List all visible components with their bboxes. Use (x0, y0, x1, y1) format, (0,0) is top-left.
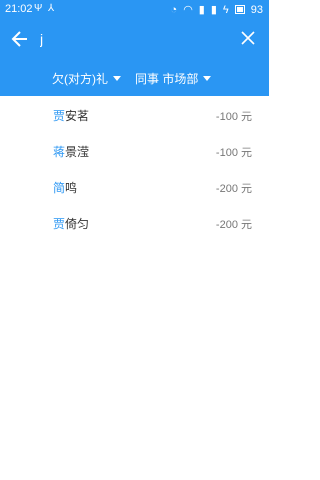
share-icon: ⅄ (48, 3, 55, 14)
name-rest: 安茗 (65, 109, 90, 123)
caret-down-icon (203, 76, 212, 81)
app-header: 21:02 Ψ ⅄ ◔ ◠ ▮ ▮ ϟ 93 欠(对方)礼 同事 市场部 (0, 0, 269, 96)
contact-name: 简鸣 (53, 179, 77, 196)
filter-label: 同事 市场部 (135, 72, 199, 86)
list-item[interactable]: 贾安茗 -100 元 (0, 96, 269, 132)
battery-icon (234, 5, 245, 14)
list-item[interactable]: 蒋景滢 -100 元 (0, 132, 269, 168)
name-rest: 鸣 (65, 181, 78, 195)
search-bar (0, 24, 269, 56)
search-input[interactable] (40, 27, 230, 51)
battery-level: 93 (250, 3, 263, 16)
name-rest: 景滢 (65, 145, 90, 159)
list-item[interactable]: 简鸣 -200 元 (0, 168, 269, 204)
contact-name: 贾安茗 (53, 107, 89, 124)
amount: -200 元 (215, 219, 252, 231)
back-arrow-icon[interactable] (11, 29, 29, 49)
name-initial: 简 (53, 181, 66, 195)
status-bar: 21:02 Ψ ⅄ ◔ ◠ ▮ ▮ ϟ 93 (0, 0, 269, 20)
name-initial: 贾 (53, 109, 66, 123)
caret-down-icon (113, 76, 121, 81)
status-icons: ◔ ◠ ▮ ▮ ϟ 93 (170, 3, 263, 17)
clear-icon[interactable] (241, 31, 255, 45)
alarm-icon: ◔ (170, 3, 178, 16)
amount: -100 元 (215, 147, 252, 159)
status-time: 21:02 (5, 3, 33, 15)
filter-relation-dropdown[interactable]: 欠(对方)礼 (52, 70, 121, 87)
name-initial: 贾 (53, 217, 66, 231)
usb-icon: Ψ (34, 3, 43, 14)
result-list: 贾安茗 -100 元 蒋景滢 -100 元 简鸣 -200 元 贾倚匀 -200… (0, 96, 269, 240)
filter-group-dropdown[interactable]: 同事 市场部 (135, 70, 212, 87)
amount: -100 元 (215, 111, 252, 123)
name-initial: 蒋 (53, 145, 66, 159)
signal-icon: ▮ (210, 4, 217, 16)
filter-bar: 欠(对方)礼 同事 市场部 (0, 64, 269, 92)
contact-name: 贾倚匀 (53, 215, 89, 232)
name-rest: 倚匀 (65, 217, 90, 231)
contact-name: 蒋景滢 (53, 143, 89, 160)
amount: -200 元 (215, 183, 252, 195)
filter-label: 欠(对方)礼 (52, 72, 108, 86)
list-item[interactable]: 贾倚匀 -200 元 (0, 204, 269, 240)
signal-icon: ▮ (198, 4, 205, 16)
charging-icon: ϟ (222, 3, 229, 16)
wifi-icon: ◠ (183, 4, 193, 16)
